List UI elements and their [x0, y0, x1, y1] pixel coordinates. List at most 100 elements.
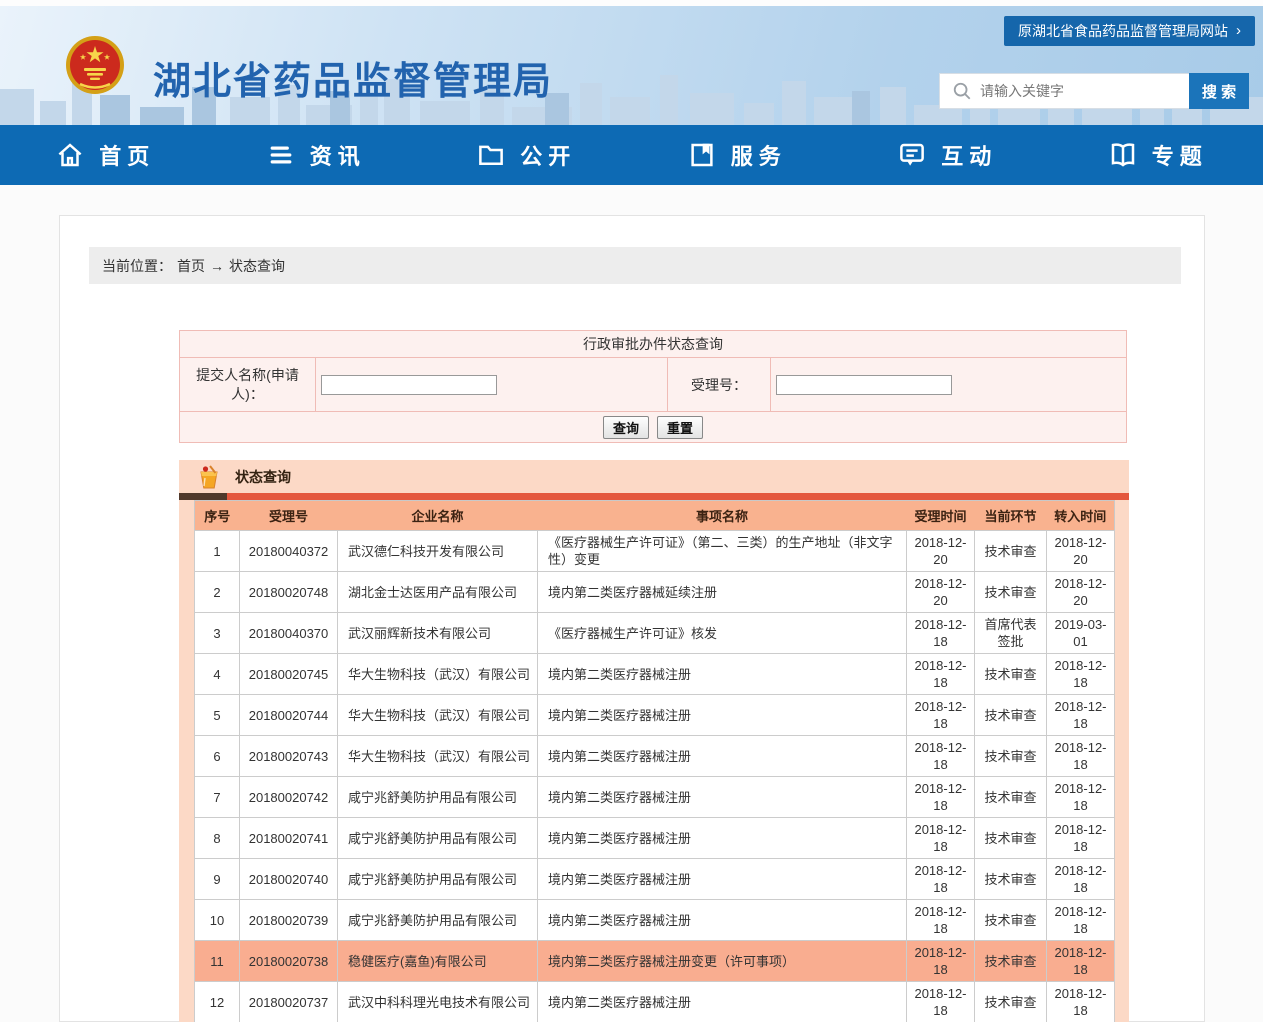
- cell-company: 华大生物科技（武汉）有限公司: [338, 695, 538, 736]
- cell-company: 稳健医疗(嘉鱼)有限公司: [338, 941, 538, 982]
- nav-item-news[interactable]: 资讯: [211, 125, 422, 185]
- cell-no: 7: [195, 777, 240, 818]
- site-search: 搜 索: [939, 73, 1249, 109]
- cell-company: 咸宁兆舒美防护用品有限公司: [338, 818, 538, 859]
- cell-item: 境内第二类医疗器械注册: [538, 695, 907, 736]
- cell-item: 境内第二类医疗器械注册: [538, 982, 907, 1022]
- cell-transfer-date: 2018-12-18: [1047, 777, 1115, 818]
- cell-accept-date: 2018-12-18: [907, 982, 975, 1022]
- nav-label: 互动: [941, 139, 997, 171]
- chat-bubble-icon: [897, 140, 927, 170]
- cell-stage: 技术审查: [975, 859, 1047, 900]
- breadcrumb-prefix: 当前位置：: [102, 256, 172, 276]
- applicant-cell: [316, 358, 668, 411]
- news-lines-icon: [266, 140, 296, 170]
- col-header-accept-date: 受理时间: [907, 501, 975, 531]
- cell-acceptance-no: 20180020742: [240, 777, 338, 818]
- cell-company: 湖北金士达医用产品有限公司: [338, 572, 538, 613]
- col-header-item: 事项名称: [538, 501, 907, 531]
- cell-company: 武汉中科科理光电技术有限公司: [338, 982, 538, 1022]
- table-row[interactable]: 11 20180020738 稳健医疗(嘉鱼)有限公司 境内第二类医疗器械注册变…: [195, 941, 1115, 982]
- search-input[interactable]: [980, 76, 1189, 106]
- cell-stage: 技术审查: [975, 982, 1047, 1022]
- table-row[interactable]: 12 20180020737 武汉中科科理光电技术有限公司 境内第二类医疗器械注…: [195, 982, 1115, 1022]
- col-header-no: 序号: [195, 501, 240, 531]
- cell-item: 境内第二类医疗器械注册: [538, 736, 907, 777]
- applicant-input[interactable]: [321, 375, 497, 395]
- chevron-right-icon: ›: [1236, 16, 1241, 46]
- old-site-link[interactable]: 原湖北省食品药品监督管理局网站 ›: [1004, 16, 1255, 46]
- cell-no: 2: [195, 572, 240, 613]
- cell-stage: 技术审查: [975, 531, 1047, 572]
- cell-company: 华大生物科技（武汉）有限公司: [338, 736, 538, 777]
- table-row[interactable]: 9 20180020740 咸宁兆舒美防护用品有限公司 境内第二类医疗器械注册 …: [195, 859, 1115, 900]
- nav-label: 专题: [1152, 139, 1208, 171]
- table-header-row: 序号 受理号 企业名称 事项名称 受理时间 当前环节 转入时间: [195, 501, 1115, 531]
- cell-no: 10: [195, 900, 240, 941]
- cell-accept-date: 2018-12-18: [907, 654, 975, 695]
- bookmark-book-icon: [687, 140, 717, 170]
- cell-accept-date: 2018-12-18: [907, 818, 975, 859]
- cell-item: 《医疗器械生产许可证》（第二、三类）的生产地址（非文字性）变更: [538, 531, 907, 572]
- cell-no: 4: [195, 654, 240, 695]
- cell-no: 6: [195, 736, 240, 777]
- cell-accept-date: 2018-12-18: [907, 736, 975, 777]
- cell-transfer-date: 2018-12-18: [1047, 695, 1115, 736]
- search-button[interactable]: 搜 索: [1189, 73, 1249, 109]
- page-title: 湖北省药品监督管理局: [153, 50, 553, 105]
- cell-accept-date: 2018-12-20: [907, 531, 975, 572]
- cell-item: 境内第二类医疗器械注册: [538, 818, 907, 859]
- table-row[interactable]: 1 20180040372 武汉德仁科技开发有限公司 《医疗器械生产许可证》（第…: [195, 531, 1115, 572]
- table-row[interactable]: 10 20180020739 咸宁兆舒美防护用品有限公司 境内第二类医疗器械注册…: [195, 900, 1115, 941]
- nav-label: 服务: [731, 139, 787, 171]
- reset-button[interactable]: 重置: [657, 416, 703, 439]
- cell-stage: 技术审查: [975, 736, 1047, 777]
- cell-transfer-date: 2018-12-18: [1047, 941, 1115, 982]
- cell-stage: 技术审查: [975, 654, 1047, 695]
- table-row[interactable]: 8 20180020741 咸宁兆舒美防护用品有限公司 境内第二类医疗器械注册 …: [195, 818, 1115, 859]
- breadcrumb-arrow-icon: →: [210, 258, 224, 274]
- table-row[interactable]: 4 20180020745 华大生物科技（武汉）有限公司 境内第二类医疗器械注册…: [195, 654, 1115, 695]
- magnifier-icon: [952, 81, 972, 101]
- cell-no: 11: [195, 941, 240, 982]
- nav-item-interaction[interactable]: 互动: [842, 125, 1053, 185]
- table-row[interactable]: 5 20180020744 华大生物科技（武汉）有限公司 境内第二类医疗器械注册…: [195, 695, 1115, 736]
- cell-no: 1: [195, 531, 240, 572]
- table-row[interactable]: 2 20180020748 湖北金士达医用产品有限公司 境内第二类医疗器械延续注…: [195, 572, 1115, 613]
- acceptance-no-input[interactable]: [776, 375, 952, 395]
- national-emblem-icon: [64, 34, 126, 96]
- cell-transfer-date: 2019-03-01: [1047, 613, 1115, 654]
- table-row[interactable]: 7 20180020742 咸宁兆舒美防护用品有限公司 境内第二类医疗器械注册 …: [195, 777, 1115, 818]
- cell-transfer-date: 2018-12-20: [1047, 572, 1115, 613]
- site-header: 湖北省药品监督管理局 原湖北省食品药品监督管理局网站 › 搜 索: [0, 6, 1263, 125]
- cell-acceptance-no: 20180020740: [240, 859, 338, 900]
- cell-acceptance-no: 20180040372: [240, 531, 338, 572]
- nav-label: 公开: [520, 139, 576, 171]
- cell-no: 3: [195, 613, 240, 654]
- breadcrumb-home-link[interactable]: 首页: [177, 256, 205, 276]
- main-navigation: 首页 资讯 公开 服务 互动 专题: [0, 125, 1263, 185]
- form-body: 提交人名称(申请人)： 受理号：: [180, 358, 1126, 412]
- nav-item-topics[interactable]: 专题: [1053, 125, 1263, 185]
- status-query-form: 行政审批办件状态查询 提交人名称(申请人)： 受理号： 查询 重置: [179, 330, 1127, 443]
- page-area: 当前位置： 首页 → 状态查询 行政审批办件状态查询 提交人名称(申请人)： 受…: [0, 185, 1263, 1022]
- cell-stage: 技术审查: [975, 941, 1047, 982]
- nav-label: 资讯: [310, 139, 366, 171]
- cell-item: 境内第二类医疗器械注册: [538, 654, 907, 695]
- cell-acceptance-no: 20180020737: [240, 982, 338, 1022]
- col-header-transfer-date: 转入时间: [1047, 501, 1115, 531]
- table-row[interactable]: 6 20180020743 华大生物科技（武汉）有限公司 境内第二类医疗器械注册…: [195, 736, 1115, 777]
- cell-transfer-date: 2018-12-18: [1047, 900, 1115, 941]
- table-row[interactable]: 3 20180040370 武汉丽辉新技术有限公司 《医疗器械生产许可证》核发 …: [195, 613, 1115, 654]
- cell-transfer-date: 2018-12-18: [1047, 654, 1115, 695]
- nav-item-home[interactable]: 首页: [0, 125, 211, 185]
- cell-stage: 技术审查: [975, 900, 1047, 941]
- status-table-body: 1 20180040372 武汉德仁科技开发有限公司 《医疗器械生产许可证》（第…: [195, 531, 1115, 1022]
- nav-item-services[interactable]: 服务: [632, 125, 843, 185]
- search-box: [939, 73, 1189, 109]
- nav-item-disclosure[interactable]: 公开: [421, 125, 632, 185]
- cell-stage: 技术审查: [975, 572, 1047, 613]
- query-button[interactable]: 查询: [603, 416, 649, 439]
- col-header-company: 企业名称: [338, 501, 538, 531]
- cell-transfer-date: 2018-12-20: [1047, 531, 1115, 572]
